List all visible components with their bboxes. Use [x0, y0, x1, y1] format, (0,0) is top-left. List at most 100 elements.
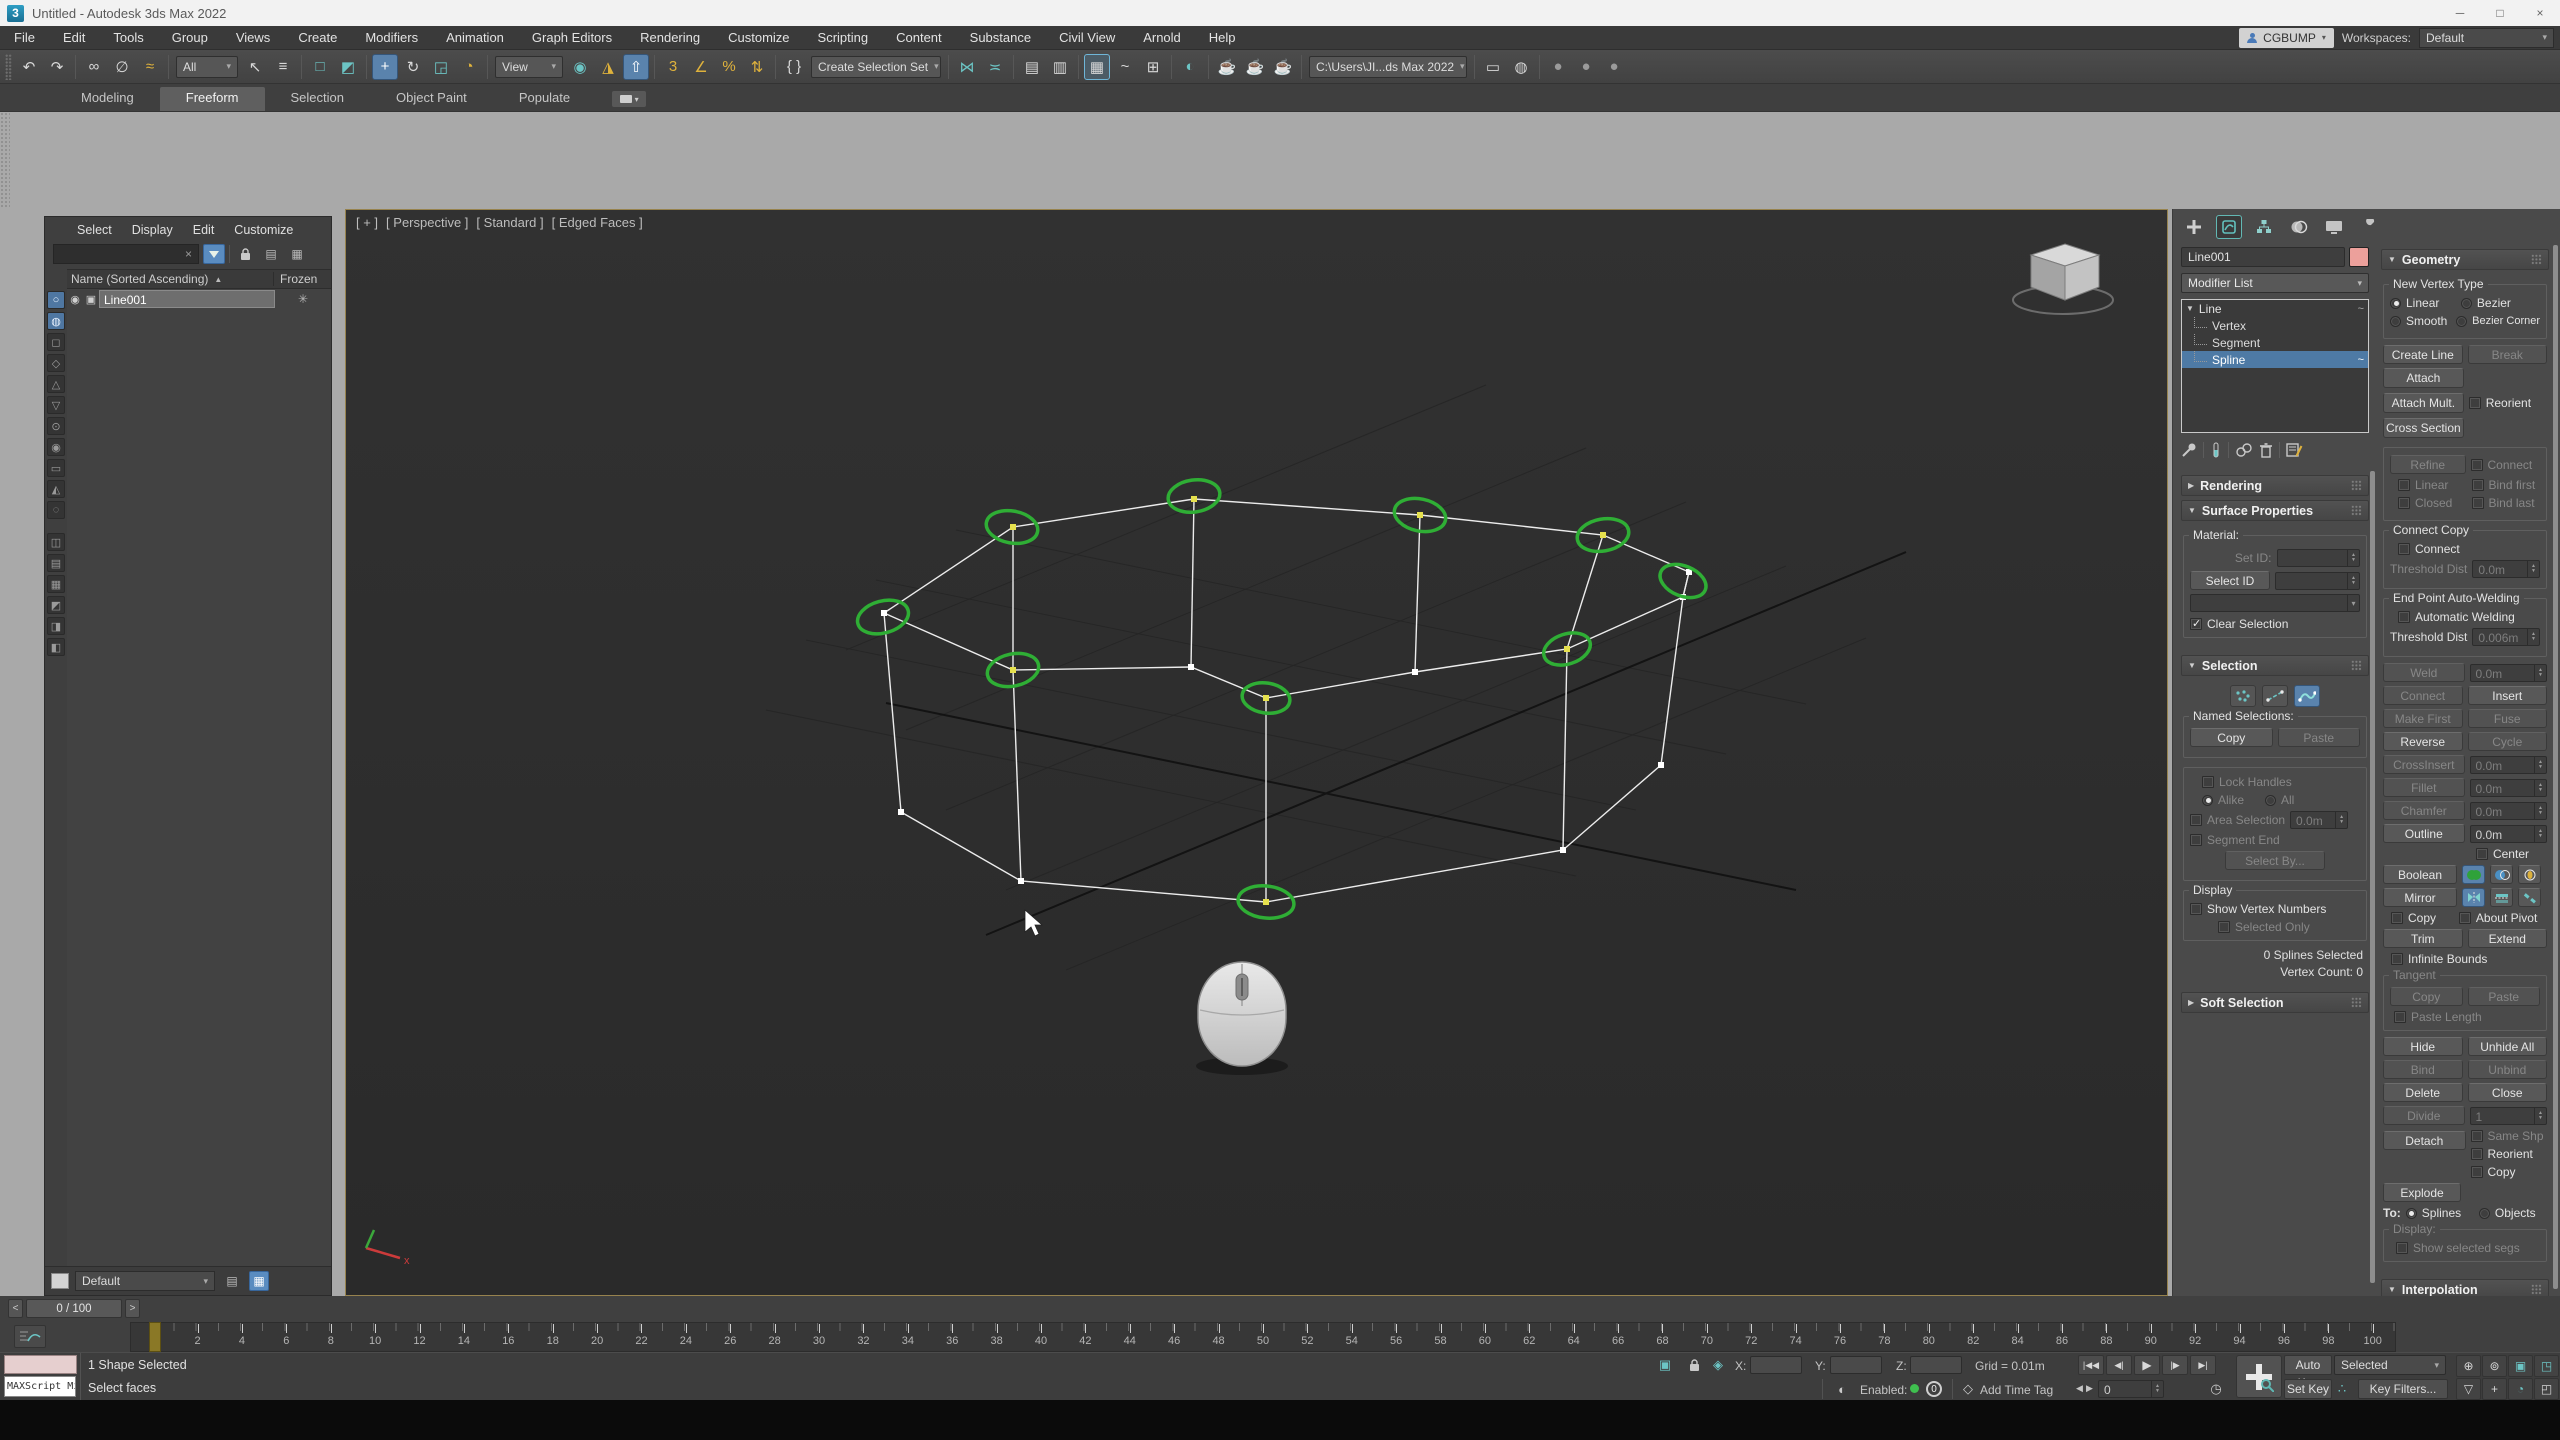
linear-checkbox[interactable]: Linear	[2398, 478, 2467, 492]
mirror-horizontal-icon[interactable]	[2462, 888, 2485, 907]
collapse-hierarchy-icon[interactable]: ▦	[286, 244, 308, 264]
segment-subobject-icon[interactable]	[2262, 685, 2288, 707]
toggle-ribbon-icon[interactable]: ▦	[1084, 54, 1110, 80]
pan-icon[interactable]: +	[2482, 1378, 2507, 1400]
menu-graph-editors[interactable]: Graph Editors	[518, 26, 626, 50]
render-in-cloud-icon[interactable]: ▭	[1480, 54, 1506, 80]
isolate-selection-icon[interactable]: ▣	[1655, 1356, 1675, 1374]
detach-reorient-checkbox[interactable]: Reorient	[2471, 1147, 2548, 1161]
viewport-menu-general[interactable]: [ + ]	[356, 215, 378, 230]
account-dropdown[interactable]: CGBUMP ▾	[2239, 28, 2334, 48]
preview-sphere-2-icon[interactable]: ●	[1573, 54, 1599, 80]
connect-button[interactable]: Connect	[2383, 686, 2463, 705]
cross-section-button[interactable]: Cross Section	[2383, 418, 2464, 438]
animation-shield-icon[interactable]: ◐	[1832, 1380, 1852, 1398]
reverse-button[interactable]: Reverse	[2383, 732, 2463, 751]
workspace-dropdown[interactable]: Default ▾	[2419, 28, 2554, 48]
select-and-manipulate-icon[interactable]: ◮	[595, 54, 621, 80]
project-folder-dropdown[interactable]: C:\Users\JI...ds Max 2022▾	[1309, 56, 1467, 78]
menu-create[interactable]: Create	[284, 26, 351, 50]
alike-radio[interactable]: Alike	[2202, 793, 2244, 807]
layer-list-icon[interactable]: ▤	[221, 1271, 243, 1291]
absolute-offset-mode-icon[interactable]: ◈	[1708, 1356, 1728, 1374]
configure-modifier-sets-icon[interactable]	[2286, 442, 2303, 458]
hide-button[interactable]: Hide	[2383, 1037, 2463, 1056]
mirror-icon[interactable]: ⋈	[954, 54, 980, 80]
select-by-button[interactable]: Select By...	[2225, 851, 2325, 870]
snaps-toggle-3d-icon[interactable]: 3	[660, 54, 686, 80]
preview-sphere-3-icon[interactable]: ●	[1601, 54, 1627, 80]
y-coordinate-field[interactable]	[1830, 1356, 1882, 1374]
display-filter-icon-b4[interactable]: ◩	[47, 596, 65, 614]
center-checkbox[interactable]: Center	[2476, 847, 2529, 861]
visibility-eye-icon[interactable]: ◉	[67, 293, 83, 306]
rollout-geometry[interactable]: ▼Geometry	[2381, 249, 2549, 270]
weld-button[interactable]: Weld	[2383, 663, 2465, 682]
chamfer-button[interactable]: Chamfer	[2383, 801, 2465, 820]
weld-threshold-spinner[interactable]: 0.006m▲▼	[2472, 628, 2540, 646]
delete-button[interactable]: Delete	[2383, 1083, 2463, 1102]
bind-to-space-warp-icon[interactable]: ≈	[137, 54, 163, 80]
rollout-interpolation[interactable]: ▼Interpolation	[2381, 1279, 2549, 1296]
pin-stack-icon[interactable]	[2181, 442, 2197, 458]
unhide-all-button[interactable]: Unhide All	[2468, 1037, 2548, 1056]
viewport-menu-pov[interactable]: [ Perspective ]	[386, 215, 468, 230]
connect-copy-checkbox[interactable]: Connect	[2398, 542, 2540, 556]
current-frame-spinner[interactable]: 0▲▼	[2098, 1380, 2164, 1398]
tab-populate[interactable]: Populate	[493, 87, 596, 111]
schematic-view-icon[interactable]: ⊞	[1140, 54, 1166, 80]
menu-edit[interactable]: Edit	[49, 26, 99, 50]
divide-spinner[interactable]: 1▲▼	[2470, 1107, 2548, 1125]
explorer-menu-select[interactable]: Select	[69, 221, 120, 239]
automatic-welding-checkbox[interactable]: Automatic Welding	[2398, 610, 2540, 624]
refine-button[interactable]: Refine	[2390, 455, 2466, 474]
fillet-spinner[interactable]: 0.0m▲▼	[2470, 779, 2548, 797]
clear-selection-checkbox[interactable]: Clear Selection	[2190, 617, 2360, 631]
tab-modeling[interactable]: Modeling	[55, 87, 160, 111]
attach-button[interactable]: Attach	[2383, 368, 2464, 388]
explorer-menu-edit[interactable]: Edit	[185, 221, 223, 239]
select-and-move-icon[interactable]: +	[372, 54, 398, 80]
lock-explorer-icon[interactable]	[234, 244, 256, 264]
time-slider[interactable]: 0 / 100	[26, 1299, 122, 1318]
right-column-scrollbar[interactable]	[2553, 245, 2558, 1289]
closed-checkbox[interactable]: Closed	[2398, 496, 2467, 510]
keyboard-shortcut-override-icon[interactable]: ⇧	[623, 54, 649, 80]
menu-group[interactable]: Group	[158, 26, 222, 50]
maximize-viewport-icon[interactable]: ◰	[2534, 1378, 2559, 1400]
select-and-link-icon[interactable]: ∞	[81, 54, 107, 80]
bind-first-checkbox[interactable]: Bind first	[2472, 478, 2541, 492]
material-editor-icon[interactable]: ◐	[1177, 54, 1203, 80]
z-coordinate-field[interactable]	[1910, 1356, 1962, 1374]
menu-scripting[interactable]: Scripting	[804, 26, 883, 50]
show-vertex-numbers-checkbox[interactable]: Show Vertex Numbers	[2190, 902, 2360, 916]
menu-content[interactable]: Content	[882, 26, 956, 50]
toolbar-dock-handle[interactable]	[0, 112, 10, 209]
zoom-all-icon[interactable]: ⊚	[2482, 1355, 2507, 1377]
display-filter-icon-b2[interactable]: ▤	[47, 554, 65, 572]
stack-item-line[interactable]: ▼ Line ~	[2182, 300, 2368, 317]
time-configuration-icon[interactable]: ◷	[2206, 1380, 2226, 1398]
render-setup-icon[interactable]: ☕	[1214, 54, 1240, 80]
all-radio[interactable]: All	[2265, 793, 2294, 807]
bezier-radio[interactable]: Bezier	[2461, 296, 2540, 310]
select-and-rotate-icon[interactable]: ↻	[400, 54, 426, 80]
rollout-surface-properties[interactable]: ▼Surface Properties	[2181, 500, 2369, 521]
splines-radio[interactable]: Splines	[2406, 1206, 2474, 1220]
expand-triangle-icon[interactable]: ▼	[2186, 304, 2194, 313]
weld-spinner[interactable]: 0.0m▲▼	[2470, 664, 2548, 682]
break-button[interactable]: Break	[2468, 345, 2548, 364]
display-filter-icon-10[interactable]: ◭	[47, 480, 65, 498]
select-by-name-icon[interactable]: ≡	[270, 54, 296, 80]
unbind-button[interactable]: Unbind	[2468, 1060, 2548, 1079]
zoom-icon[interactable]: ⊕	[2456, 1355, 2481, 1377]
object-name[interactable]: Line001	[99, 290, 275, 308]
objects-radio[interactable]: Objects	[2479, 1206, 2547, 1220]
select-id-button[interactable]: Select ID	[2190, 571, 2270, 590]
remove-modifier-icon[interactable]	[2259, 442, 2273, 458]
window-crossing-toggle-icon[interactable]: ◩	[335, 54, 361, 80]
table-row[interactable]: ◉ ▣ Line001 ✳	[67, 289, 331, 309]
previous-key-button[interactable]: ◀|	[2106, 1355, 2132, 1375]
area-selection-spinner[interactable]: 0.0m▲▼	[2290, 811, 2348, 829]
explorer-menu-display[interactable]: Display	[124, 221, 181, 239]
